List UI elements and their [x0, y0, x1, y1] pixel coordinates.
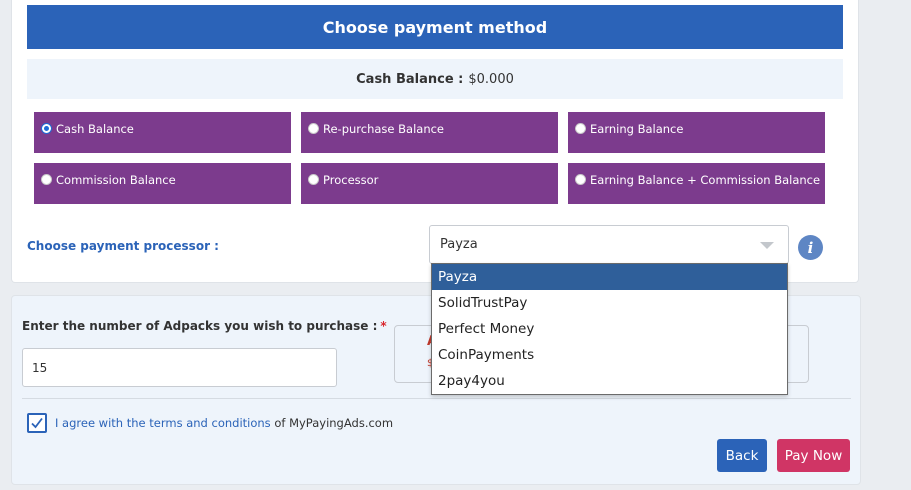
- radio-checked-icon[interactable]: [41, 123, 52, 134]
- option-cash-balance[interactable]: Cash Balance: [34, 112, 291, 153]
- processor-select[interactable]: Payza: [429, 225, 789, 264]
- dropdown-option[interactable]: CoinPayments: [432, 342, 787, 368]
- cash-balance-strip: Cash Balance : $0.000: [27, 59, 843, 99]
- cash-balance-label: Cash Balance :: [356, 71, 464, 87]
- adpacks-quantity-value: 15: [32, 360, 48, 375]
- option-earning-plus-commission[interactable]: Earning Balance + Commission Balance: [568, 163, 825, 204]
- option-label: Cash Balance: [56, 122, 134, 136]
- info-icon[interactable]: i: [798, 235, 823, 260]
- terms-connector: of: [274, 416, 286, 430]
- processor-dropdown-list: Payza SolidTrustPay Perfect Money CoinPa…: [431, 263, 788, 395]
- option-processor[interactable]: Processor: [301, 163, 558, 204]
- terms-site: MyPayingAds.com: [289, 416, 394, 430]
- radio-icon[interactable]: [575, 174, 586, 185]
- adpacks-label: Enter the number of Adpacks you wish to …: [22, 319, 387, 333]
- processor-label: Choose payment processor :: [27, 239, 219, 253]
- chevron-down-icon: [760, 242, 774, 249]
- terms-text: I agree with the terms and conditions of…: [55, 416, 393, 430]
- adpacks-quantity-input[interactable]: 15: [22, 348, 337, 387]
- dropdown-option[interactable]: Payza: [432, 264, 787, 290]
- dropdown-option[interactable]: SolidTrustPay: [432, 290, 787, 316]
- terms-checkbox[interactable]: [27, 413, 47, 433]
- radio-icon[interactable]: [308, 174, 319, 185]
- page-title: Choose payment method: [322, 17, 548, 37]
- dropdown-option[interactable]: Perfect Money: [432, 316, 787, 342]
- radio-icon[interactable]: [308, 123, 319, 134]
- adpacks-label-text: Enter the number of Adpacks you wish to …: [22, 319, 378, 333]
- divider: [22, 398, 851, 399]
- option-repurchase-balance[interactable]: Re-purchase Balance: [301, 112, 558, 153]
- cash-balance-value: $0.000: [468, 71, 514, 87]
- radio-icon[interactable]: [41, 174, 52, 185]
- option-label: Commission Balance: [56, 173, 176, 187]
- option-label: Earning Balance + Commission Balance: [590, 173, 821, 187]
- required-mark: *: [380, 319, 387, 333]
- radio-icon[interactable]: [575, 123, 586, 134]
- dropdown-option[interactable]: 2pay4you: [432, 368, 787, 394]
- processor-selected-value: Payza: [440, 237, 478, 252]
- checkmark-icon: [31, 417, 43, 429]
- terms-link[interactable]: I agree with the terms and conditions: [55, 416, 271, 430]
- option-earning-balance[interactable]: Earning Balance: [568, 112, 825, 153]
- option-commission-balance[interactable]: Commission Balance: [34, 163, 291, 204]
- option-label: Processor: [323, 173, 379, 187]
- payment-method-header: Choose payment method: [27, 5, 843, 49]
- option-label: Earning Balance: [590, 122, 684, 136]
- pay-now-button[interactable]: Pay Now: [777, 439, 850, 472]
- option-label: Re-purchase Balance: [323, 122, 445, 136]
- back-button[interactable]: Back: [717, 439, 767, 472]
